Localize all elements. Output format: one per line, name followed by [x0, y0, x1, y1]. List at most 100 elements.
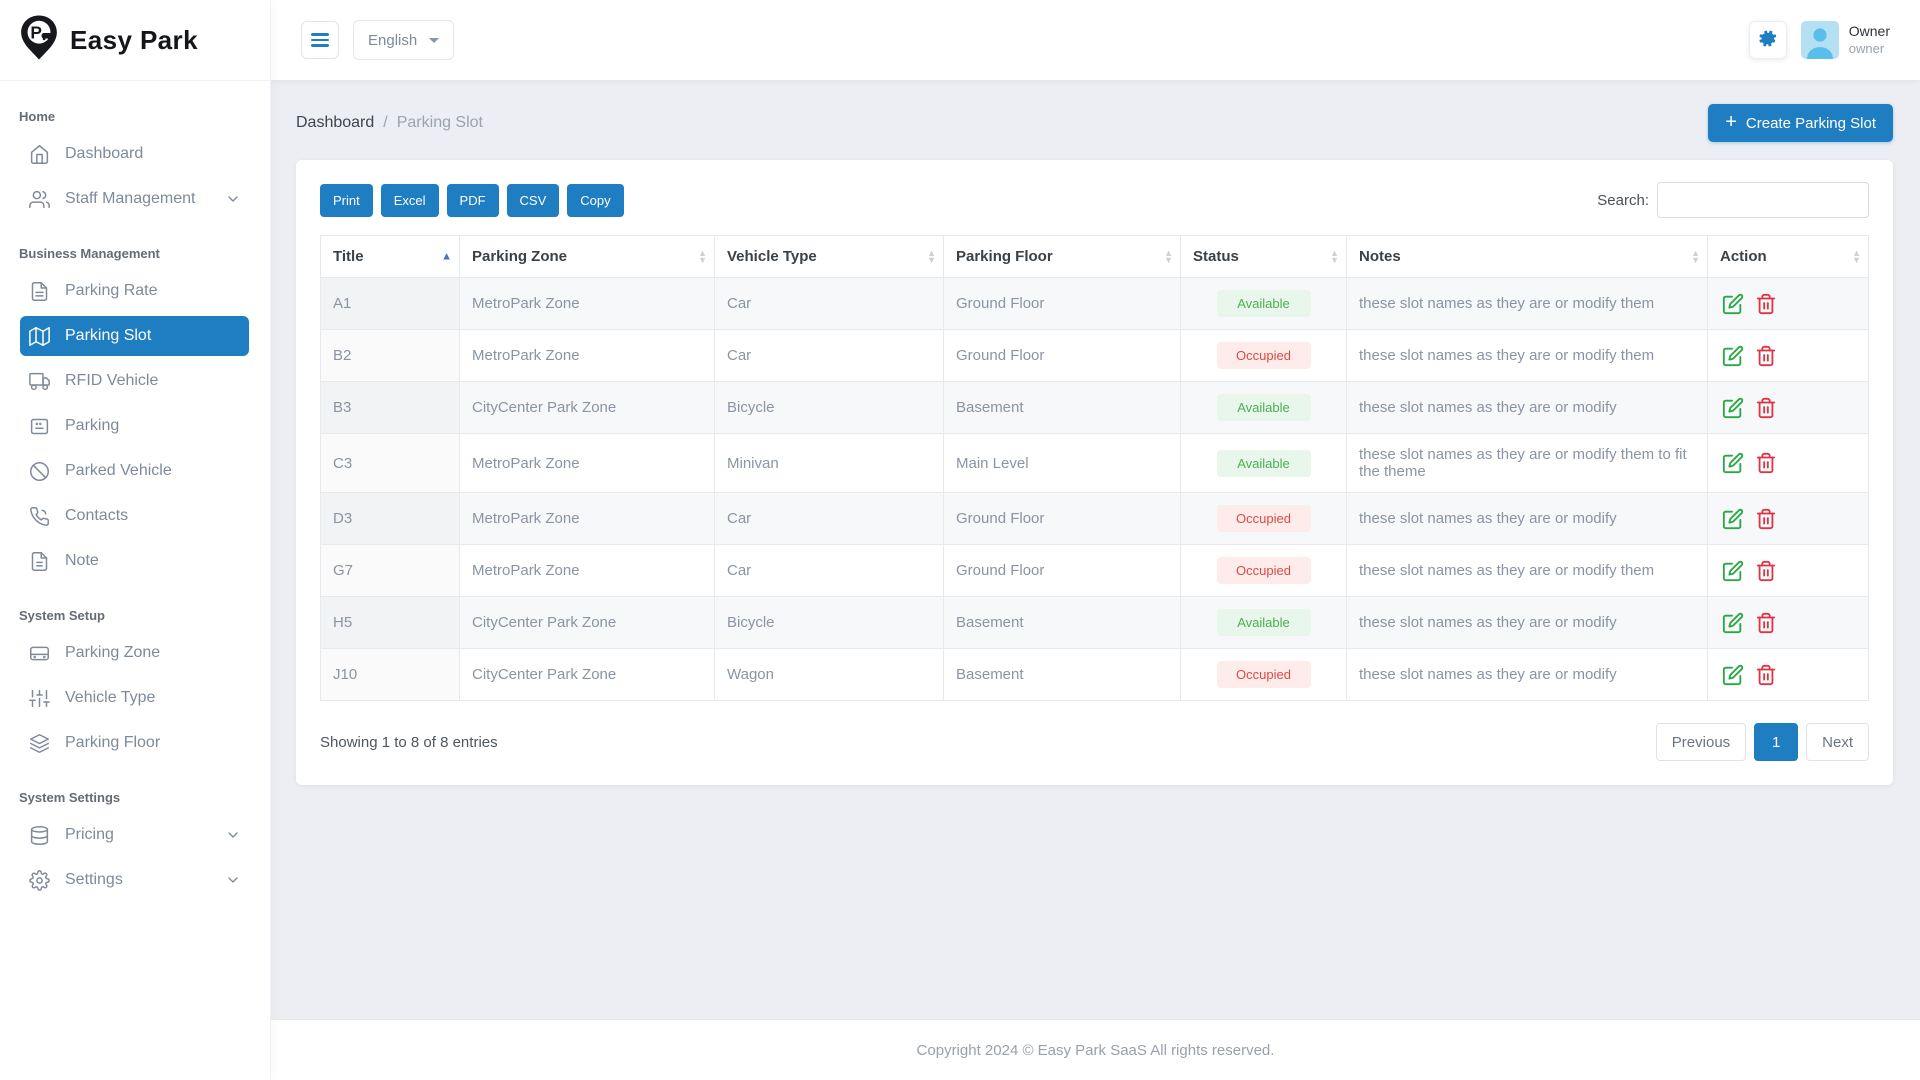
export-button-csv[interactable]: CSV — [507, 184, 560, 217]
previous-page-button[interactable]: Previous — [1656, 723, 1746, 761]
edit-icon[interactable] — [1722, 664, 1744, 686]
edit-icon[interactable] — [1722, 397, 1744, 419]
chevron-down-icon — [225, 191, 241, 207]
sidebar-item-note[interactable]: Note — [20, 541, 249, 581]
sidebar-item-parking-rate[interactable]: Parking Rate — [20, 271, 249, 311]
map-icon — [28, 325, 50, 347]
cell-title: D3 — [321, 493, 460, 545]
cell-notes: these slot names as they are or modify t… — [1347, 545, 1708, 597]
sidebar-item-parking-floor[interactable]: Parking Floor — [20, 723, 249, 763]
breadcrumb-dashboard-link[interactable]: Dashboard — [296, 114, 374, 132]
delete-icon[interactable] — [1755, 397, 1777, 419]
cell-action — [1708, 330, 1869, 382]
export-button-print[interactable]: Print — [320, 184, 373, 217]
column-header-parking-floor[interactable]: Parking Floor ▲▼ — [944, 236, 1181, 278]
cell-parking-zone: CityCenter Park Zone — [460, 382, 715, 434]
search-input[interactable] — [1657, 182, 1869, 218]
settings-button[interactable] — [1749, 21, 1787, 59]
slash-icon — [28, 460, 50, 482]
sidebar-item-parking[interactable]: Parking — [20, 406, 249, 446]
column-header-status[interactable]: Status ▲▼ — [1181, 236, 1347, 278]
sidebar-item-rfid-vehicle[interactable]: RFID Vehicle — [20, 361, 249, 401]
language-dropdown[interactable]: English — [353, 20, 454, 60]
sidebar-item-vehicle-type[interactable]: Vehicle Type — [20, 678, 249, 718]
file-text-icon — [28, 280, 50, 302]
table-row: H5 CityCenter Park Zone Bicycle Basement… — [321, 597, 1869, 649]
svg-text:P: P — [30, 23, 42, 43]
column-header-parking-zone[interactable]: Parking Zone ▲▼ — [460, 236, 715, 278]
edit-icon[interactable] — [1722, 293, 1744, 315]
create-parking-slot-button[interactable]: + Create Parking Slot — [1708, 104, 1893, 142]
cell-title: J10 — [321, 649, 460, 701]
sort-arrows-icon: ▲▼ — [1691, 249, 1700, 263]
sidebar-item-parked-vehicle[interactable]: Parked Vehicle — [20, 451, 249, 491]
delete-icon[interactable] — [1755, 508, 1777, 530]
edit-icon[interactable] — [1722, 560, 1744, 582]
sidebar-item-settings[interactable]: Settings — [20, 860, 249, 900]
cell-parking-zone: MetroPark Zone — [460, 434, 715, 493]
status-badge: Occupied — [1217, 505, 1311, 532]
cell-title: A1 — [321, 278, 460, 330]
column-header-notes[interactable]: Notes ▲▼ — [1347, 236, 1708, 278]
cell-parking-floor: Ground Floor — [944, 545, 1181, 597]
page-1-button[interactable]: 1 — [1754, 723, 1798, 761]
sidebar-item-label: Staff Management — [65, 190, 195, 208]
export-button-pdf[interactable]: PDF — [447, 184, 499, 217]
sidebar-item-parking-zone[interactable]: Parking Zone — [20, 633, 249, 673]
user-name: Owner — [1849, 23, 1890, 41]
easy-park-logo-pin-icon: P — [18, 14, 60, 66]
column-header-title[interactable]: Title ▲ — [321, 236, 460, 278]
cell-status: Available — [1181, 382, 1347, 434]
sidebar-item-contacts[interactable]: Contacts — [20, 496, 249, 536]
topbar: English Owner owner — [271, 0, 1920, 80]
sidebar-section: System Settings Pricing Settings — [0, 768, 270, 900]
table-row: B2 MetroPark Zone Car Ground Floor Occup… — [321, 330, 1869, 382]
sidebar-section-label: Business Management — [0, 224, 270, 271]
sidebar-item-parking-slot[interactable]: Parking Slot — [20, 316, 249, 356]
sidebar-item-label: Note — [65, 552, 99, 570]
column-header-action[interactable]: Action ▲▼ — [1708, 236, 1869, 278]
table-footer: Showing 1 to 8 of 8 entries Previous 1 N… — [320, 723, 1869, 761]
sidebar-section: System Setup Parking Zone Vehicle Type — [0, 586, 270, 763]
delete-icon[interactable] — [1755, 560, 1777, 582]
sidebar-item-staff-management[interactable]: Staff Management — [20, 179, 249, 219]
edit-icon[interactable] — [1722, 345, 1744, 367]
sidebar-item-label: Parking Rate — [65, 282, 158, 300]
sidebar-item-pricing[interactable]: Pricing — [20, 815, 249, 855]
cell-vehicle-type: Car — [715, 278, 944, 330]
cell-vehicle-type: Wagon — [715, 649, 944, 701]
delete-icon[interactable] — [1755, 345, 1777, 367]
next-page-button[interactable]: Next — [1806, 723, 1869, 761]
caret-down-icon — [429, 38, 439, 43]
sort-arrows-icon: ▲▼ — [698, 249, 707, 263]
export-button-excel[interactable]: Excel — [381, 184, 439, 217]
export-button-copy[interactable]: Copy — [567, 184, 623, 217]
cell-parking-zone: MetroPark Zone — [460, 278, 715, 330]
delete-icon[interactable] — [1755, 612, 1777, 634]
edit-icon[interactable] — [1722, 508, 1744, 530]
cell-title: C3 — [321, 434, 460, 493]
sidebar-item-label: Parking Slot — [65, 327, 151, 345]
cell-parking-floor: Ground Floor — [944, 493, 1181, 545]
search-wrap: Search: — [1597, 182, 1869, 218]
cell-title: B3 — [321, 382, 460, 434]
delete-icon[interactable] — [1755, 452, 1777, 474]
sidebar-toggle-button[interactable] — [301, 21, 339, 59]
sidebar-section: Business Management Parking Rate Parking… — [0, 224, 270, 581]
sidebar-item-dashboard[interactable]: Dashboard — [20, 134, 249, 174]
delete-icon[interactable] — [1755, 293, 1777, 315]
language-label: English — [368, 32, 417, 49]
cell-action — [1708, 382, 1869, 434]
delete-icon[interactable] — [1755, 664, 1777, 686]
cell-parking-floor: Basement — [944, 597, 1181, 649]
hamburger-icon — [311, 33, 329, 36]
edit-icon[interactable] — [1722, 452, 1744, 474]
table-row: D3 MetroPark Zone Car Ground Floor Occup… — [321, 493, 1869, 545]
user-menu[interactable]: Owner owner — [1801, 21, 1890, 59]
cell-notes: these slot names as they are or modify — [1347, 649, 1708, 701]
cell-status: Available — [1181, 278, 1347, 330]
database-icon — [28, 824, 50, 846]
edit-icon[interactable] — [1722, 612, 1744, 634]
cell-title: H5 — [321, 597, 460, 649]
column-header-vehicle-type[interactable]: Vehicle Type ▲▼ — [715, 236, 944, 278]
